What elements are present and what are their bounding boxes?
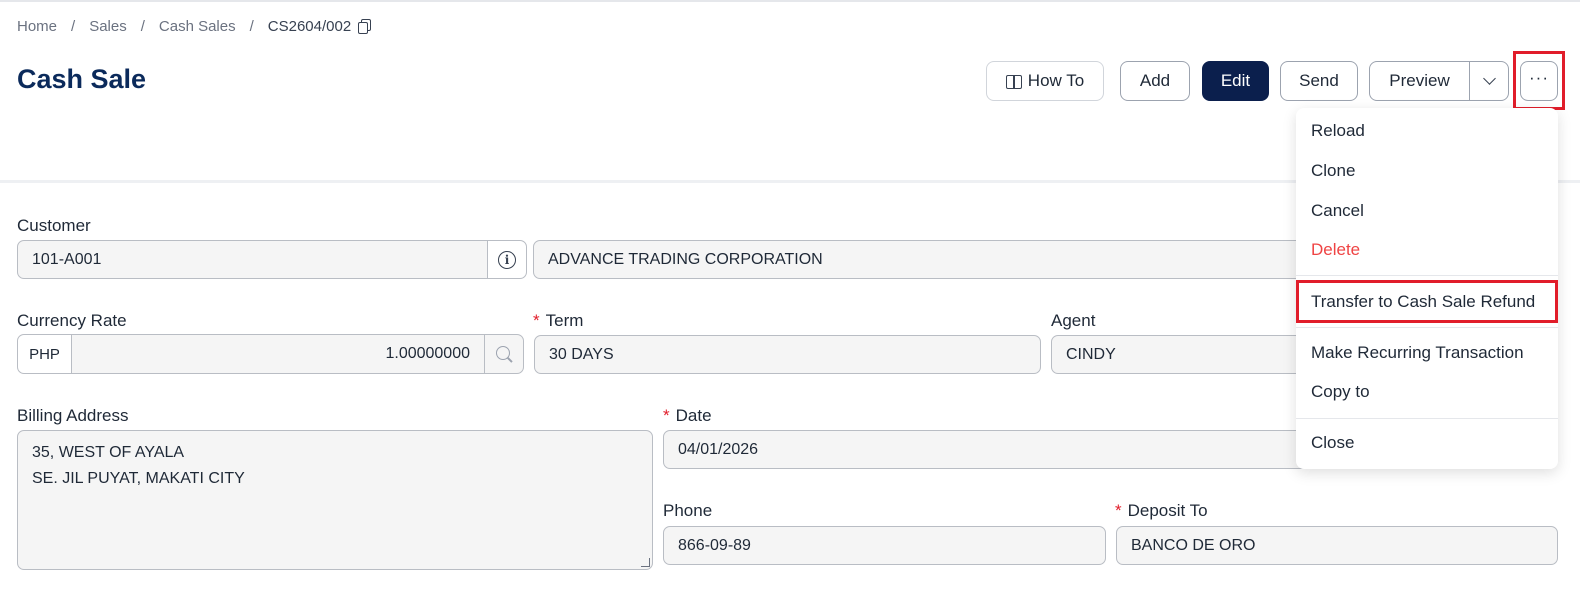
menu-item-clone[interactable]: Clone (1296, 151, 1558, 191)
menu-item-reload[interactable]: Reload (1296, 111, 1558, 151)
book-icon (1005, 74, 1022, 89)
currency-rate-field[interactable]: 1.00000000 (71, 334, 485, 374)
breadcrumb-separator: / (249, 18, 254, 35)
date-label: * Date (663, 406, 712, 425)
breadcrumb-separator: / (71, 18, 76, 35)
agent-field[interactable]: CINDY (1051, 335, 1333, 374)
breadcrumb-home[interactable]: Home (17, 18, 57, 35)
deposit-to-field[interactable]: BANCO DE ORO (1116, 526, 1558, 565)
breadcrumb-current: CS2604/002 (267, 18, 352, 35)
menu-item-copy-to[interactable]: Copy to (1296, 372, 1558, 412)
breadcrumb-sales[interactable]: Sales (89, 18, 127, 35)
breadcrumb: Home / Sales / Cash Sales / CS2604/002 (17, 18, 372, 35)
how-to-label: How To (1027, 71, 1085, 90)
breadcrumb-cash-sales[interactable]: Cash Sales (159, 18, 236, 35)
top-border (0, 0, 1580, 2)
currency-rate-label: Currency Rate (17, 311, 127, 330)
add-button[interactable]: Add (1120, 61, 1190, 101)
currency-search-button[interactable] (484, 334, 524, 374)
term-field[interactable]: 30 DAYS (534, 335, 1041, 374)
required-mark: * (1115, 501, 1122, 520)
billing-address-field[interactable]: 35, WEST OF AYALA SE. JIL PUYAT, MAKATI … (17, 430, 653, 570)
breadcrumb-separator: / (140, 18, 145, 35)
menu-item-close[interactable]: Close (1296, 423, 1558, 463)
date-field[interactable]: 04/01/2026 (663, 430, 1333, 469)
preview-dropdown-button[interactable] (1469, 61, 1509, 101)
menu-divider (1296, 275, 1558, 276)
deposit-to-label: * Deposit To (1115, 501, 1208, 520)
search-icon (495, 345, 510, 360)
menu-item-delete[interactable]: Delete (1296, 230, 1558, 270)
resize-grip-icon[interactable] (641, 558, 650, 567)
chevron-down-icon (1482, 72, 1496, 85)
required-mark: * (663, 406, 670, 425)
menu-item-cancel[interactable]: Cancel (1296, 191, 1558, 231)
highlight-more-button (1513, 51, 1565, 110)
billing-address-line1: 35, WEST OF AYALA (32, 444, 185, 461)
agent-label: Agent (1051, 311, 1096, 330)
send-button[interactable]: Send (1280, 61, 1358, 101)
currency-code: PHP (17, 334, 72, 374)
how-to-button[interactable]: How To (986, 61, 1104, 101)
copy-icon[interactable] (358, 18, 372, 35)
customer-label: Customer (17, 216, 91, 235)
customer-name-field[interactable]: ADVANCE TRADING CORPORATION (533, 240, 1333, 279)
customer-code-field[interactable]: 101-A001 (17, 240, 488, 279)
info-icon: i (498, 250, 516, 269)
menu-divider (1296, 418, 1558, 419)
preview-button[interactable]: Preview (1369, 61, 1470, 101)
customer-info-button[interactable]: i (487, 240, 527, 279)
menu-divider (1296, 327, 1558, 328)
phone-field[interactable]: 866-09-89 (663, 526, 1106, 565)
phone-label: Phone (663, 501, 713, 520)
page-title: Cash Sale (17, 64, 147, 94)
billing-address-label: Billing Address (17, 406, 129, 425)
billing-address-line2: SE. JIL PUYAT, MAKATI CITY (32, 470, 245, 487)
required-mark: * (533, 311, 540, 330)
menu-item-make-recurring-transaction[interactable]: Make Recurring Transaction (1296, 333, 1558, 373)
highlight-transfer-item (1296, 280, 1558, 323)
term-label: * Term (533, 311, 584, 330)
edit-button[interactable]: Edit (1202, 61, 1269, 101)
